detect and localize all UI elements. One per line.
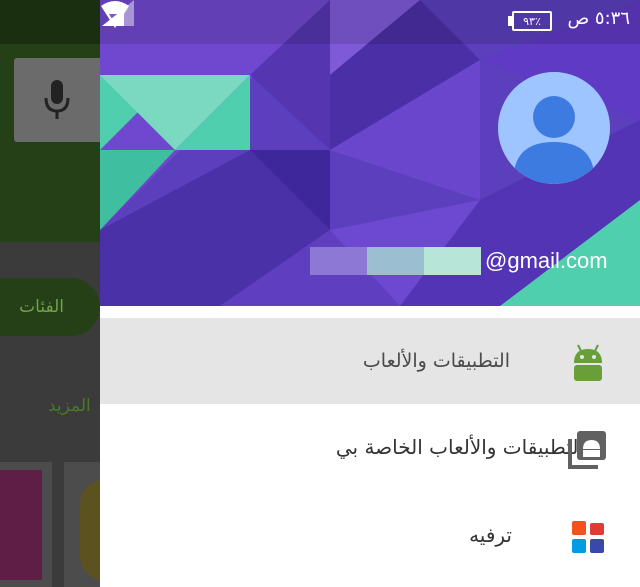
battery-indicator: ٩٣٪ <box>512 11 552 31</box>
drawer-menu: التطبيقات والألعاب التطبيقات والألعاب ال… <box>100 318 640 578</box>
email-domain: @gmail.com <box>485 248 608 273</box>
background-categories-chip: الفئات <box>0 278 100 336</box>
android-icon <box>574 344 602 381</box>
email-redaction <box>310 247 481 275</box>
nav-item-entertainment[interactable]: ترفيه <box>100 492 640 578</box>
library-icon <box>568 431 606 469</box>
account-email: @gmail.com <box>310 246 608 276</box>
account-header[interactable]: ٩٣٪ ٥:٣٦ ص @gmail.com <box>100 0 640 306</box>
entertainment-icon <box>572 521 604 553</box>
status-bar: ٩٣٪ ٥:٣٦ ص <box>100 0 640 44</box>
account-avatar[interactable] <box>498 72 610 184</box>
background-more-link: المزيد <box>48 396 91 416</box>
nav-item-apps-games[interactable]: التطبيقات والألعاب <box>100 318 640 404</box>
navigation-drawer: ٩٣٪ ٥:٣٦ ص @gmail.com التطبيقات والألعاب <box>100 0 640 587</box>
nav-item-label: التطبيقات والألعاب <box>362 350 510 372</box>
nav-item-my-apps-games[interactable]: التطبيقات والألعاب الخاصة بي <box>100 404 640 492</box>
person-icon <box>498 72 610 184</box>
nav-item-label: التطبيقات والألعاب الخاصة بي <box>335 435 584 459</box>
nav-item-label: ترفيه <box>469 523 512 547</box>
mic-icon <box>44 80 70 119</box>
signal-icon <box>102 0 134 26</box>
background-statusbar <box>0 0 100 44</box>
status-time: ٥:٣٦ ص <box>567 8 630 29</box>
background-app-art <box>0 470 42 580</box>
